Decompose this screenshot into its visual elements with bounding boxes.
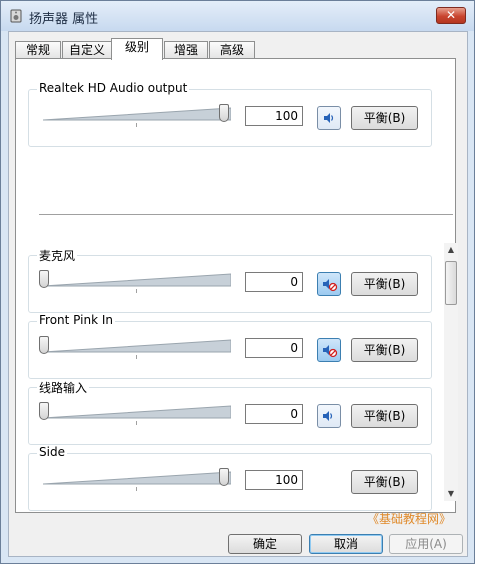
channel-volume-track[interactable] <box>43 339 231 353</box>
title-bar[interactable]: 扬声器 属性 ✕ <box>1 1 474 31</box>
slider-tick <box>136 123 137 127</box>
channel-group: 麦克风 0 平衡(B) <box>28 247 432 313</box>
channel-name: 麦克风 <box>37 247 78 264</box>
channel-volume-value[interactable]: 0 <box>245 272 303 292</box>
scroll-thumb[interactable] <box>445 261 457 305</box>
cancel-button[interactable]: 取消 <box>309 534 383 554</box>
channel-name: Front Pink In <box>37 313 115 327</box>
scroll-down-arrow-icon[interactable]: ▼ <box>444 487 458 501</box>
channel-mute-button[interactable] <box>317 404 341 428</box>
channel-volume-value[interactable]: 0 <box>245 404 303 424</box>
channel-volume-thumb[interactable] <box>39 402 49 420</box>
tab-advanced[interactable]: 高级 <box>209 41 255 59</box>
vertical-scrollbar[interactable]: ▲ ▼ <box>444 243 458 501</box>
speaker-device-icon <box>10 9 22 23</box>
tab-levels[interactable]: 级别 <box>111 38 163 60</box>
apply-button[interactable]: 应用(A) <box>389 534 463 554</box>
speaker-muted-icon <box>323 279 338 292</box>
ok-button[interactable]: 确定 <box>228 534 302 554</box>
channel-volume-thumb[interactable] <box>39 270 49 288</box>
properties-window: 扬声器 属性 ✕ 常规 自定义 级别 增强 高级 Realtek HD Audi… <box>0 0 475 564</box>
channel-volume-thumb[interactable] <box>219 468 229 486</box>
channel-volume-value[interactable]: 0 <box>245 338 303 358</box>
slider-tick <box>136 487 137 491</box>
levels-panel: Realtek HD Audio output 100 平衡(B) 麦克风 0 平衡… <box>15 58 458 513</box>
master-balance-button[interactable]: 平衡(B) <box>351 106 418 130</box>
master-output-name: Realtek HD Audio output <box>37 81 190 95</box>
channel-volume-track[interactable] <box>43 471 231 485</box>
channel-group: Side 100 平衡(B) <box>28 445 432 511</box>
channel-name: 线路输入 <box>37 379 90 396</box>
channel-name: Side <box>37 445 67 459</box>
watermark-text: 《基础教程网》 <box>367 512 452 526</box>
slider-tick <box>136 289 137 293</box>
speaker-icon <box>324 113 334 123</box>
channel-group: 线路输入 0 平衡(B) <box>28 379 432 445</box>
channel-mute-button[interactable] <box>317 338 341 362</box>
channel-volume-thumb[interactable] <box>39 336 49 354</box>
slider-tick <box>136 421 137 425</box>
channel-volume-track[interactable] <box>43 273 231 287</box>
master-mute-button[interactable] <box>317 106 341 130</box>
channel-balance-button[interactable]: 平衡(B) <box>351 338 418 362</box>
slider-tick <box>136 355 137 359</box>
channel-mute-button[interactable] <box>317 272 341 296</box>
tab-enhancements[interactable]: 增强 <box>164 41 208 59</box>
channel-balance-button[interactable]: 平衡(B) <box>351 272 418 296</box>
channel-group: Front Pink In 0 平衡(B) <box>28 313 432 379</box>
master-volume-track[interactable] <box>43 107 231 121</box>
master-volume-thumb[interactable] <box>219 104 229 122</box>
speaker-muted-icon <box>323 345 338 358</box>
master-volume-value[interactable]: 100 <box>245 106 303 126</box>
window-title: 扬声器 属性 <box>29 12 99 27</box>
speaker-icon <box>323 411 333 421</box>
tab-general[interactable]: 常规 <box>15 41 61 59</box>
channel-volume-value[interactable]: 100 <box>245 470 303 490</box>
channel-balance-button[interactable]: 平衡(B) <box>351 470 418 494</box>
scroll-up-arrow-icon[interactable]: ▲ <box>444 243 458 257</box>
channel-volume-track[interactable] <box>43 405 231 419</box>
dialog-client: 常规 自定义 级别 增强 高级 Realtek HD Audio output … <box>8 31 468 557</box>
channel-balance-button[interactable]: 平衡(B) <box>351 404 418 428</box>
tab-custom[interactable]: 自定义 <box>62 41 112 59</box>
separator-line <box>39 214 453 215</box>
close-button[interactable]: ✕ <box>436 7 466 24</box>
master-output-group: Realtek HD Audio output 100 平衡(B) <box>28 81 432 147</box>
